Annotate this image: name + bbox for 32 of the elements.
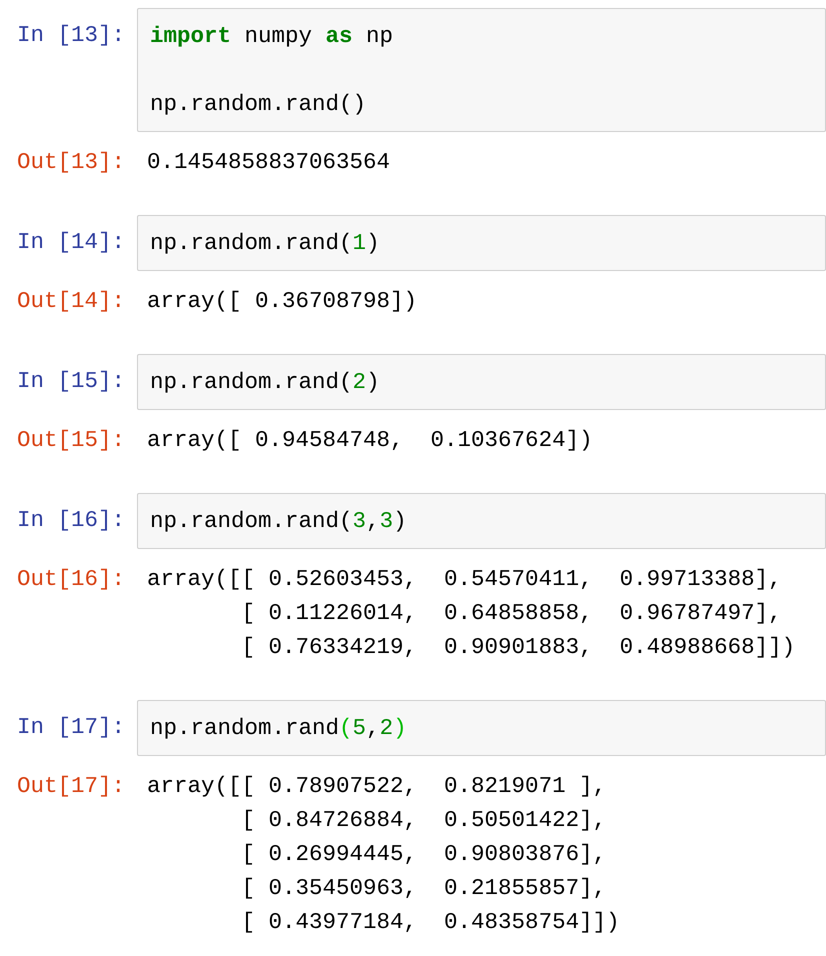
- output-line: [ 0.35450963, 0.21855857],: [240, 874, 608, 903]
- code-line: np.random.rand(3,3): [150, 507, 408, 536]
- output-line: array([ 0.94584748, 0.10367624]): [147, 426, 593, 455]
- output-line: [ 0.43977184, 0.48358754]]): [240, 908, 620, 937]
- code-line: np.random.rand(5,2): [150, 714, 408, 743]
- output-prompt: Out[14]:: [16, 287, 126, 316]
- output-line: 0.1454858837063564: [147, 148, 390, 177]
- code-line: np.random.rand(1): [150, 229, 381, 258]
- code-cell[interactable]: np.random.rand(3,3): [137, 493, 826, 549]
- output-line: [ 0.84726884, 0.50501422],: [240, 806, 608, 835]
- code-cell[interactable]: np.random.rand(5,2): [137, 700, 826, 756]
- code-line: np.random.rand(): [150, 90, 368, 119]
- code-cell[interactable]: import numpy as np np.random.rand(): [137, 8, 826, 132]
- output-prompt: Out[15]:: [16, 426, 126, 455]
- code-cell[interactable]: np.random.rand(1): [137, 215, 826, 271]
- code-line: np.random.rand(2): [150, 368, 381, 397]
- code-cell[interactable]: np.random.rand(2): [137, 354, 826, 410]
- output-prompt: Out[17]:: [16, 772, 126, 801]
- input-prompt: In [13]:: [16, 21, 126, 50]
- output-line: [ 0.26994445, 0.90803876],: [240, 840, 608, 869]
- input-prompt: In [17]:: [16, 713, 126, 742]
- output-prompt: Out[13]:: [16, 148, 126, 177]
- output-line: array([ 0.36708798]): [147, 287, 418, 316]
- output-line: [ 0.76334219, 0.90901883, 0.48988668]]): [240, 633, 796, 662]
- input-prompt: In [14]:: [16, 228, 126, 257]
- input-prompt: In [15]:: [16, 367, 126, 396]
- code-line: import numpy as np: [150, 22, 394, 51]
- output-line: array([[ 0.78907522, 0.8219071 ],: [147, 772, 608, 801]
- output-line: array([[ 0.52603453, 0.54570411, 0.99713388],: [147, 565, 783, 594]
- output-line: [ 0.11226014, 0.64858858, 0.96787497],: [240, 599, 783, 628]
- output-prompt: Out[16]:: [16, 565, 126, 594]
- input-prompt: In [16]:: [16, 506, 126, 535]
